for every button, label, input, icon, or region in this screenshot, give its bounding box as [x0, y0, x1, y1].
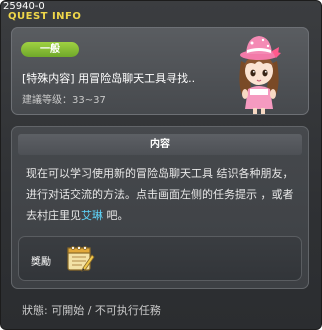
pink-hat-girl-npc-icon: [239, 36, 281, 114]
quest-notepad-icon: [67, 246, 95, 272]
level-range: 33~37: [72, 95, 106, 106]
quest-status: 狀態: 可開始 / 不可执行任務: [22, 304, 161, 317]
description-text-end: 吧。: [103, 209, 129, 222]
content-heading: 内容: [18, 134, 302, 155]
npc-name-link[interactable]: 艾琳: [81, 209, 103, 222]
description-text: 现在可以学习使用新的冒险岛聊天工具 结识各种朋友，进行对话交流的方法。点击画面左…: [26, 167, 294, 222]
reward-box: [18, 236, 302, 281]
quest-name: [特殊内容] 用冒险岛聊天工具寻找..: [22, 72, 196, 85]
window-title: QUEST INFO: [8, 11, 82, 22]
quest-description: 现在可以学习使用新的冒险岛聊天工具 结识各种朋友，进行对话交流的方法。点击画面左…: [26, 163, 298, 226]
reward-label: 獎勵: [31, 257, 51, 268]
level-label: 建議等级：: [22, 95, 72, 106]
quest-type-badge: 一般: [21, 42, 79, 57]
recommended-level: 建議等级：33~37: [22, 91, 106, 106]
